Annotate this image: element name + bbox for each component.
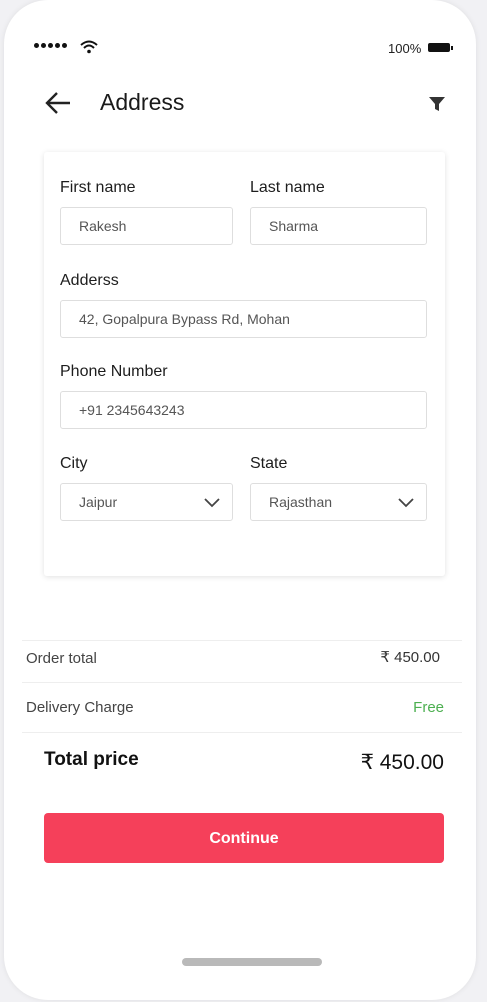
- continue-button[interactable]: Continue: [44, 813, 444, 863]
- state-select-value: Rajasthan: [269, 494, 333, 510]
- summary-divider: [22, 640, 462, 641]
- address-label: Adderss: [60, 272, 119, 289]
- order-total-label: Order total: [26, 650, 97, 667]
- back-arrow-icon[interactable]: [44, 91, 72, 115]
- summary-divider: [22, 682, 462, 683]
- total-price-label: Total price: [44, 749, 139, 770]
- delivery-charge-value: Free: [413, 699, 444, 716]
- city-label: City: [60, 455, 88, 472]
- state-select[interactable]: Rajasthan: [250, 483, 427, 521]
- battery-icon: [428, 43, 453, 52]
- wifi-icon: [80, 40, 98, 54]
- app-header: Address: [4, 85, 476, 125]
- page-title: Address: [100, 89, 185, 115]
- total-price-value: ₹ 450.00: [360, 751, 444, 774]
- city-select[interactable]: Jaipur: [60, 483, 233, 521]
- first-name-label: First name: [60, 179, 136, 196]
- last-name-label: Last name: [250, 179, 325, 196]
- chevron-down-icon: [398, 498, 414, 508]
- signal-dots-icon: [34, 43, 67, 48]
- phone-number-label: Phone Number: [60, 363, 168, 380]
- state-label: State: [250, 455, 288, 472]
- phone-frame: 100% Address First name Rakesh Last name…: [4, 0, 476, 1000]
- battery-percentage: 100%: [388, 41, 422, 56]
- filter-icon[interactable]: [428, 95, 446, 113]
- summary-divider: [22, 732, 462, 733]
- status-bar: 100%: [4, 38, 476, 60]
- chevron-down-icon: [204, 498, 220, 508]
- first-name-field[interactable]: Rakesh: [60, 207, 233, 245]
- address-field[interactable]: 42, Gopalpura Bypass Rd, Mohan: [60, 300, 427, 338]
- order-total-value: ₹ 450.00: [380, 649, 440, 666]
- last-name-field[interactable]: Sharma: [250, 207, 427, 245]
- phone-number-field[interactable]: +91 2345643243: [60, 391, 427, 429]
- address-form-card: First name Rakesh Last name Sharma Adder…: [44, 152, 445, 576]
- delivery-charge-label: Delivery Charge: [26, 699, 134, 716]
- city-select-value: Jaipur: [79, 494, 118, 510]
- home-indicator: [182, 958, 322, 966]
